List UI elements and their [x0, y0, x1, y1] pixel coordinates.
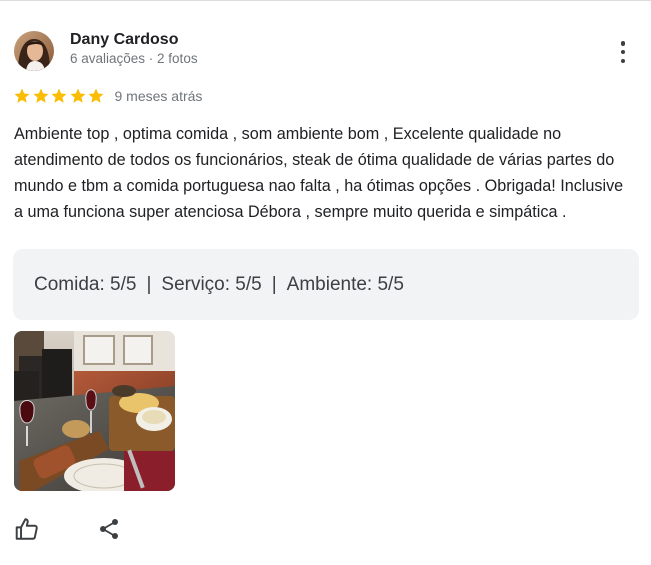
review-card: Dany Cardoso 6 avaliações · 2 fotos 9 me… [0, 0, 651, 565]
review-text: Ambiente top , optima comida , som ambie… [14, 125, 624, 221]
star-icon [70, 88, 85, 103]
review-timestamp: 9 meses atrás [114, 88, 203, 104]
like-button[interactable] [13, 515, 41, 543]
review-header: Dany Cardoso 6 avaliações · 2 fotos [14, 31, 198, 71]
sub-ratings-box: Comida: 5/5 | Serviço: 5/5 | Ambiente: 5… [13, 249, 639, 320]
service-rating: Serviço: 5/5 [161, 273, 262, 295]
star-icon [33, 88, 48, 103]
share-button[interactable] [95, 515, 123, 543]
more-options-button[interactable] [612, 38, 634, 66]
reviewer-info: Dany Cardoso 6 avaliações · 2 fotos [70, 30, 198, 68]
separator: | [271, 273, 277, 295]
top-divider [0, 0, 651, 1]
reviewer-meta: 6 avaliações · 2 fotos [70, 51, 198, 66]
separator: | [146, 273, 152, 295]
reviewer-name[interactable]: Dany Cardoso [70, 30, 198, 50]
star-icon [51, 88, 67, 103]
share-icon [100, 519, 118, 539]
avatar[interactable] [14, 31, 54, 71]
ambience-rating: Ambiente: 5/5 [286, 273, 404, 295]
rating-row: 9 meses atrás [13, 87, 202, 105]
food-rating: Comida: 5/5 [34, 273, 137, 295]
review-photo[interactable] [14, 331, 175, 491]
thumb-up-icon [15, 518, 38, 540]
star-icon [14, 88, 30, 103]
star-icon [88, 88, 104, 103]
star-rating [13, 87, 106, 105]
more-vert-icon [620, 41, 626, 46]
